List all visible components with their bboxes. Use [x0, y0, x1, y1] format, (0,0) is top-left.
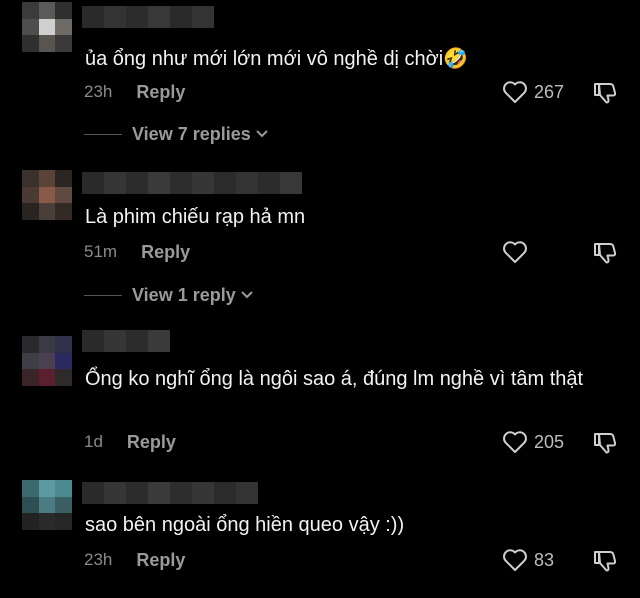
comment-text: Ổng ko nghĩ ổng là ngôi sao á, đúng lm n… — [85, 368, 584, 390]
like-button[interactable]: 267 — [502, 80, 564, 104]
avatar[interactable] — [22, 336, 72, 386]
view-replies-label: View 7 replies — [132, 123, 251, 144]
heart-outline-icon — [503, 81, 527, 103]
chevron-down-icon — [241, 291, 253, 299]
divider-line — [84, 133, 122, 135]
thumbs-down-outline-icon — [594, 243, 617, 264]
like-button[interactable] — [502, 240, 534, 264]
reply-button[interactable]: Reply — [127, 432, 176, 453]
reply-button[interactable]: Reply — [136, 82, 185, 103]
reply-button[interactable]: Reply — [136, 550, 185, 571]
comment-meta: 1d Reply — [84, 430, 176, 454]
reply-button[interactable]: Reply — [141, 242, 190, 263]
username-blurred[interactable] — [82, 172, 302, 194]
comment-time: 51m — [84, 242, 118, 261]
comment-time: 23h — [84, 82, 113, 101]
heart-outline-icon — [503, 549, 527, 571]
dislike-button[interactable] — [592, 548, 618, 579]
comment-time: 1d — [84, 432, 103, 451]
dislike-button[interactable] — [592, 240, 618, 271]
comment-meta: 51m Reply — [84, 240, 190, 264]
comments-panel: ủa ổng như mới lớn mới vô nghề dị chời🤣 … — [0, 0, 640, 598]
heart-outline-icon — [503, 241, 527, 263]
username-blurred[interactable] — [82, 6, 214, 28]
avatar[interactable] — [22, 170, 72, 220]
heart-outline-icon — [503, 431, 527, 453]
thumbs-down-outline-icon — [594, 83, 617, 104]
username-blurred[interactable] — [82, 482, 258, 504]
username-blurred[interactable] — [82, 330, 170, 352]
avatar[interactable] — [22, 2, 72, 52]
divider-line — [84, 294, 122, 296]
chevron-down-icon — [256, 130, 268, 138]
comment-time: 23h — [84, 550, 113, 569]
like-count: 267 — [534, 81, 565, 102]
like-button[interactable]: 83 — [502, 548, 554, 572]
view-replies-toggle[interactable]: View 7 replies — [84, 122, 269, 146]
like-button[interactable]: 205 — [502, 430, 564, 454]
avatar[interactable] — [22, 480, 72, 530]
dislike-button[interactable] — [592, 430, 618, 461]
thumbs-down-outline-icon — [594, 433, 617, 454]
view-replies-label: View 1 reply — [132, 284, 236, 305]
comment-text: sao bên ngoài ổng hiền queo vậy :)) — [85, 514, 405, 536]
comment-text: ủa ổng như mới lớn mới vô nghề dị chời🤣 — [85, 48, 469, 70]
dislike-button[interactable] — [592, 80, 618, 111]
like-count: 83 — [534, 549, 555, 570]
thumbs-down-outline-icon — [594, 551, 617, 572]
like-count: 205 — [534, 431, 565, 452]
comment-text: Là phim chiếu rạp hả mn — [85, 206, 306, 228]
comment-meta: 23h Reply — [84, 80, 185, 104]
view-replies-toggle[interactable]: View 1 reply — [84, 283, 254, 307]
comment-meta: 23h Reply — [84, 548, 185, 572]
